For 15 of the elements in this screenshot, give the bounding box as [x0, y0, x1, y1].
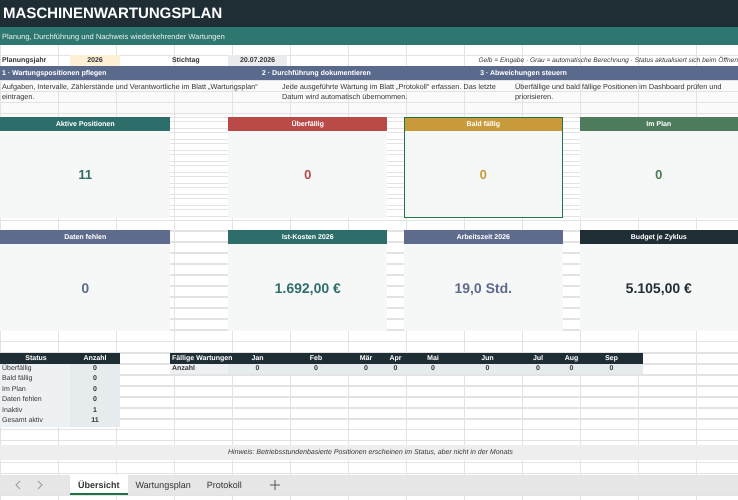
sheet-tab[interactable]: Protokoll	[198, 475, 250, 495]
kpi-value: 0	[80, 278, 90, 298]
add-sheet-icon[interactable]	[270, 480, 280, 490]
kpi-value: 0	[478, 166, 488, 184]
kpi-value: 5.105,00 €	[624, 278, 693, 298]
scroll-left-icon[interactable]	[14, 480, 22, 490]
sheet-tab[interactable]: Wartungsplan	[128, 475, 199, 495]
kpi-value: 0	[654, 166, 664, 184]
sheet-tab[interactable]: Übersicht	[70, 475, 128, 495]
kpi-value: 19,0 Std.	[453, 278, 514, 298]
kpi-value: 1.692,00 €	[274, 278, 342, 298]
kpi-value: 11	[77, 166, 94, 184]
scroll-right-icon[interactable]	[36, 480, 44, 490]
kpi-value: 0	[303, 166, 312, 184]
sheet-title: MASCHINENWARTUNGSPLAN	[3, 5, 222, 22]
